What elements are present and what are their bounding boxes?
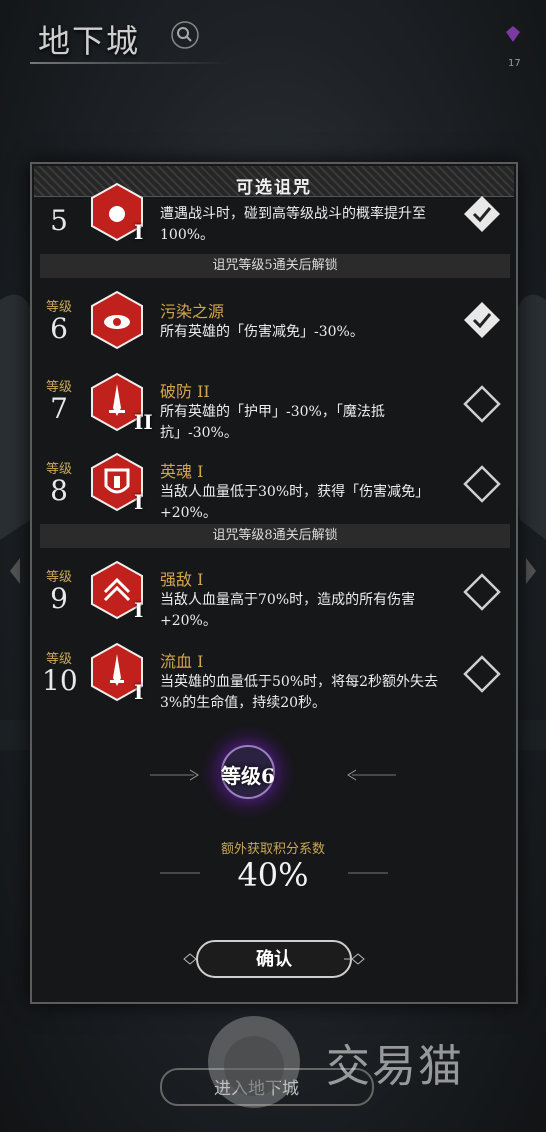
- curse-name: 流血 I: [160, 652, 204, 671]
- search-icon[interactable]: [170, 20, 200, 50]
- unchecked-checkbox-icon[interactable]: [462, 384, 502, 424]
- unchecked-checkbox-icon[interactable]: [462, 464, 502, 504]
- level-number: 6: [50, 312, 68, 345]
- curse-row-level-7[interactable]: 等级 7 II 破防 II 所有英雄的「护甲」-30%，「魔法抵抗」-30%。: [40, 362, 510, 442]
- gem-count: 17: [508, 58, 521, 69]
- level-number: 5: [50, 204, 68, 237]
- divider-ornament-right: [348, 872, 388, 874]
- curse-row-level-9[interactable]: 等级 9 I 强敌 I 当敌人血量高于70%时，造成的所有伤害+20%。: [40, 550, 510, 630]
- curse-description: 遭遇战斗时，碰到高等级战斗的概率提升至100%。: [160, 206, 426, 243]
- curse-description: 当敌人血量高于70%时，造成的所有伤害+20%。: [160, 592, 416, 629]
- title-underline: [30, 62, 230, 64]
- curse-name: 破防 II: [160, 382, 210, 401]
- bonus-value: 40%: [237, 856, 309, 894]
- curse-name: 强敌 I: [160, 570, 204, 589]
- curse-name: 污染之源: [160, 302, 225, 321]
- divider-ornament-right: [347, 769, 396, 781]
- curse-tier: I: [134, 490, 144, 514]
- curse-row-level-10[interactable]: 等级 10 I 流血 I 当英雄的血量低于50%时，将每2秒额外失去3%的生命值…: [40, 632, 510, 712]
- current-curse-level: 等级6: [221, 764, 275, 788]
- curse-tier: I: [134, 220, 144, 244]
- screen-title: 地下城: [38, 22, 141, 60]
- curse-name: 英魂 I: [160, 462, 204, 481]
- eye-icon: [90, 290, 144, 350]
- curse-tier: II: [134, 410, 153, 434]
- confirm-button[interactable]: 确认: [196, 940, 352, 978]
- curse-description: 当英雄的血量低于50%时，将每2秒额外失去3%的生命值，持续20秒。: [160, 674, 439, 711]
- unchecked-checkbox-icon[interactable]: [462, 572, 502, 612]
- level-number: 7: [50, 392, 68, 425]
- unlock-bar: 诅咒等级5通关后解锁: [40, 254, 510, 278]
- divider-ornament-left: [150, 769, 199, 781]
- curse-description: 所有英雄的「伤害减免」-30%。: [160, 324, 364, 340]
- next-arrow-icon[interactable]: [524, 556, 538, 586]
- level-number: 10: [42, 664, 78, 697]
- level-number: 8: [50, 474, 68, 507]
- curse-description: 所有英雄的「护甲」-30%，「魔法抵抗」-30%。: [160, 404, 385, 441]
- unlock-bar: 诅咒等级8通关后解锁: [40, 524, 510, 548]
- curse-row-level-6[interactable]: 等级 6 污染之源 所有英雄的「伤害减免」-30%。: [40, 282, 510, 362]
- bonus-label: 额外获取积分系数: [220, 842, 325, 857]
- curse-description: 当敌人血量低于30%时，获得「伤害减免」+20%。: [160, 484, 430, 521]
- unchecked-checkbox-icon[interactable]: [462, 654, 502, 694]
- watermark-text: 交易猫: [326, 1041, 464, 1092]
- prev-arrow-icon[interactable]: [8, 556, 22, 586]
- checked-checkbox-icon[interactable]: [462, 300, 502, 340]
- curse-row-level-8[interactable]: 等级 8 I 英魂 I 当敌人血量低于30%时，获得「伤害减免」+20%。: [40, 442, 510, 522]
- curse-tier: I: [134, 598, 144, 622]
- curse-row-level-5[interactable]: 5 I 遭遇战斗时，碰到高等级战斗的概率提升至100%。: [40, 182, 510, 246]
- checked-checkbox-icon[interactable]: [462, 194, 502, 234]
- gem-icon: [506, 26, 520, 42]
- ornament-right-icon: [344, 953, 365, 965]
- curse-tier: I: [134, 680, 144, 704]
- level-number: 9: [50, 582, 68, 615]
